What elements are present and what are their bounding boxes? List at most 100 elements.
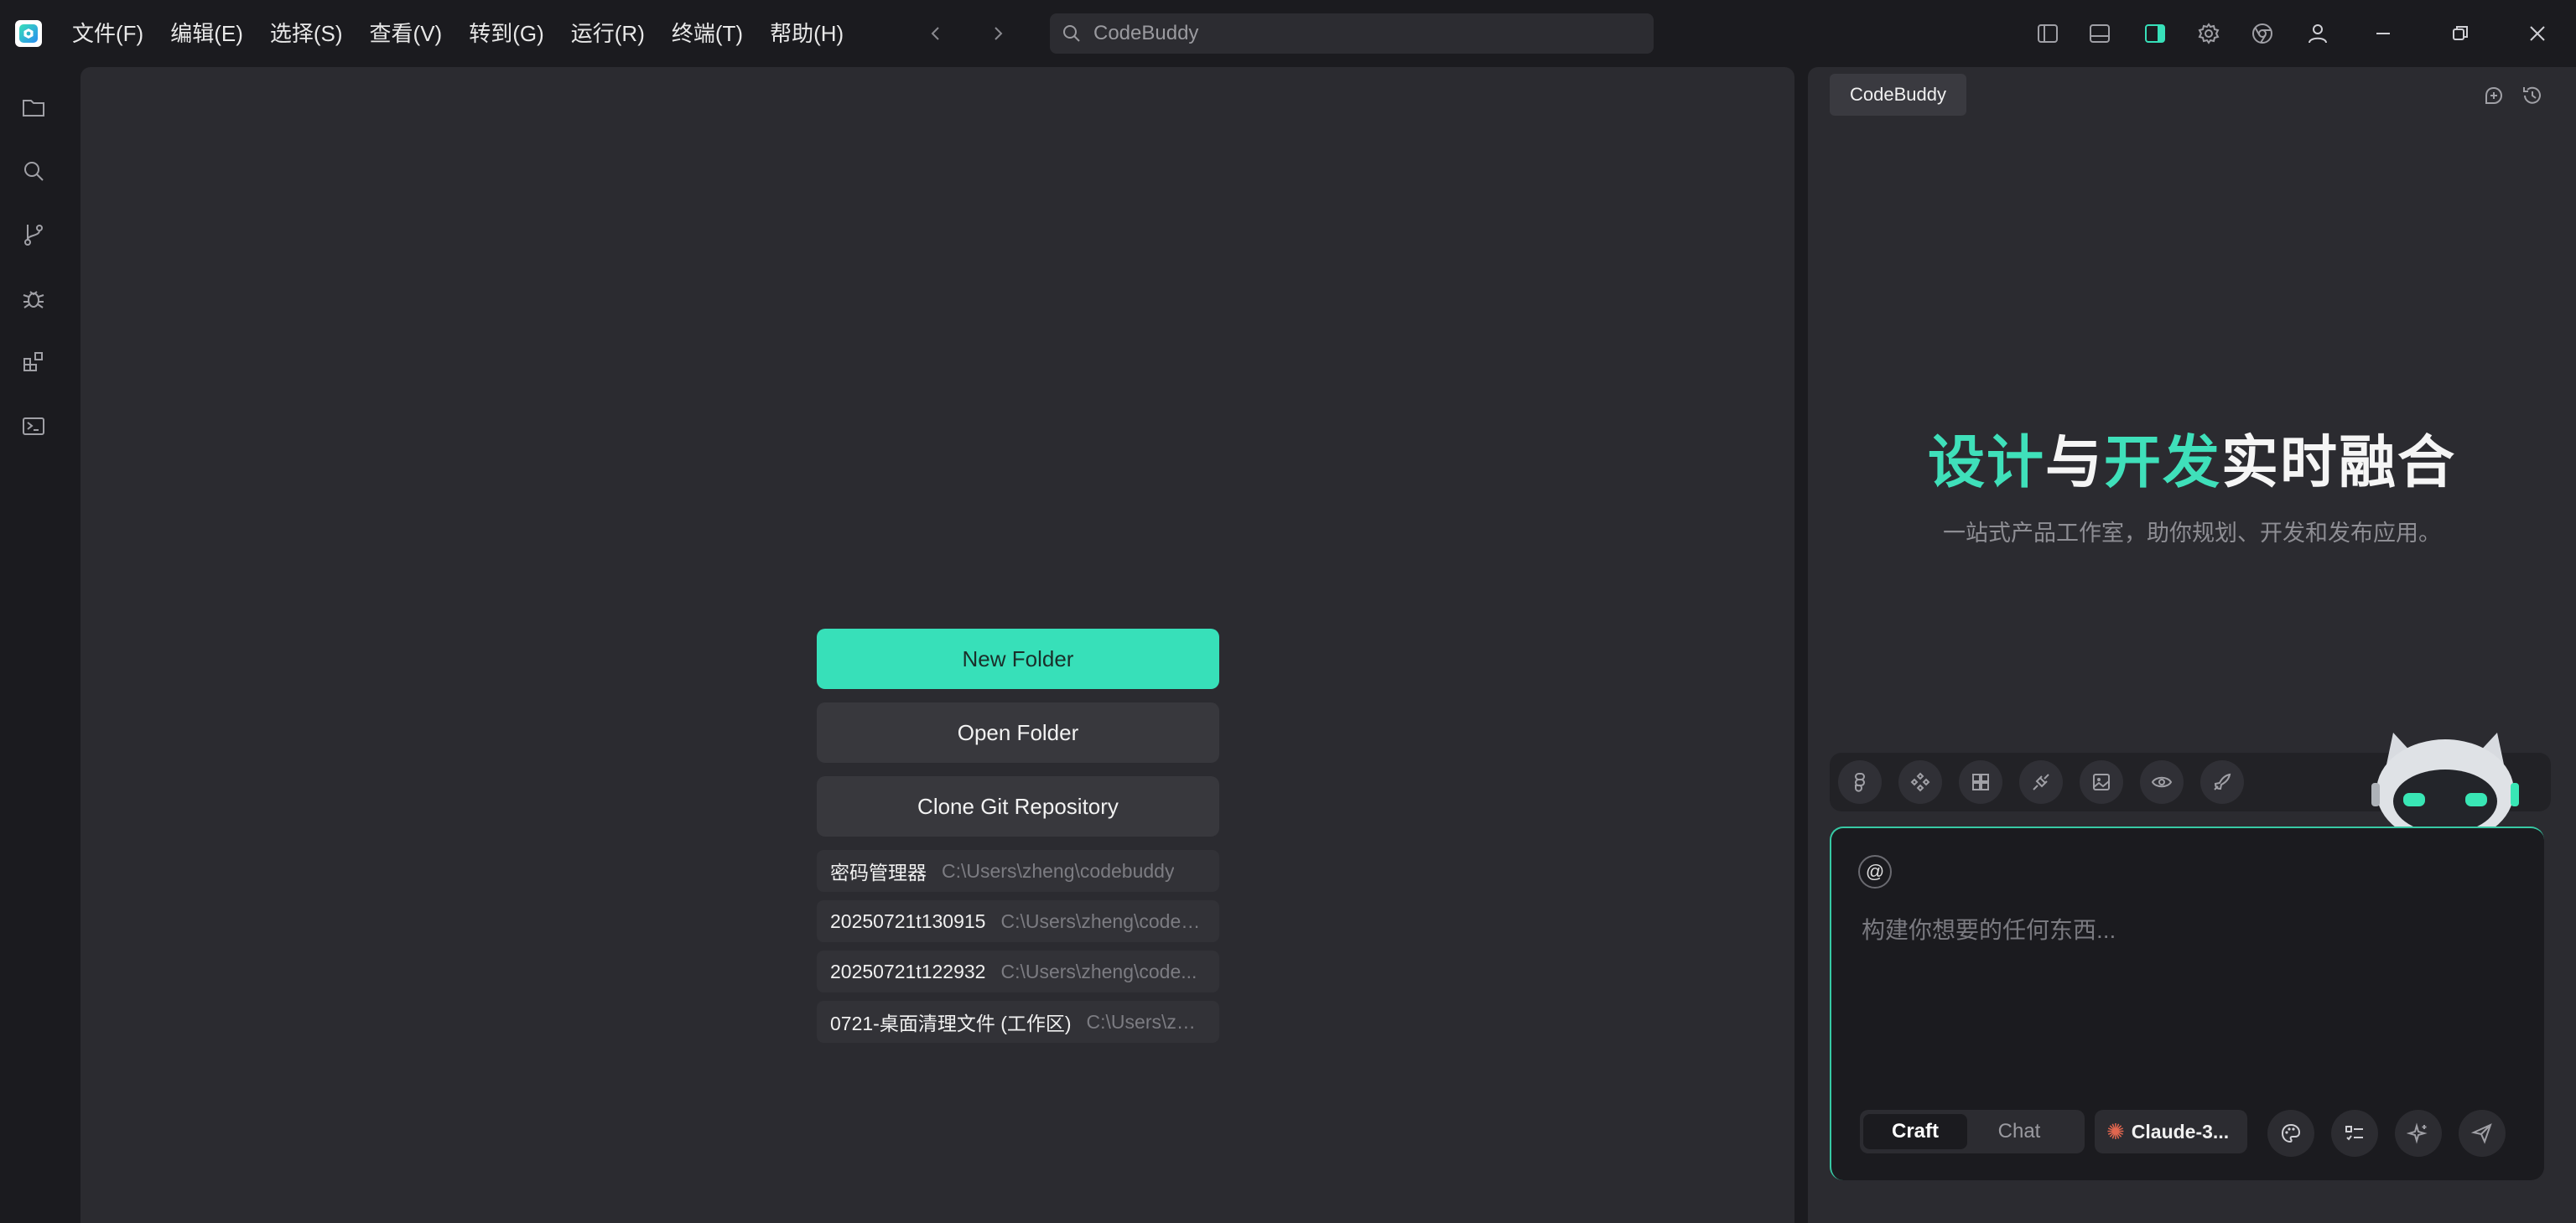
toggle-panel-button[interactable] <box>2083 17 2116 50</box>
terminal-icon <box>23 417 44 435</box>
figma-button[interactable] <box>1838 760 1882 804</box>
recent-project-name: 密码管理器 <box>830 862 927 884</box>
sidebar-right-icon <box>2145 24 2165 43</box>
recent-project-name: 0721-桌面清理文件 (工作区) <box>830 1013 1072 1034</box>
palette-icon <box>2281 1123 2301 1143</box>
preview-button[interactable] <box>2140 760 2184 804</box>
activity-bar <box>0 67 67 1223</box>
image-button[interactable] <box>2080 760 2123 804</box>
account-button[interactable] <box>2301 17 2334 50</box>
plugin-icon <box>2033 774 2049 790</box>
mention-button[interactable]: @ <box>1858 855 1892 889</box>
hero-title-part: 与 <box>2044 431 2104 495</box>
new-folder-button[interactable]: New Folder <box>817 629 1219 689</box>
debug-icon <box>23 291 44 308</box>
explorer-icon <box>23 100 44 117</box>
history-icon <box>2523 86 2541 104</box>
recent-project[interactable]: 20250721t130915 C:\Users\zheng\codeb... <box>817 900 1219 942</box>
menu-file[interactable]: 文件(F) <box>72 18 157 49</box>
mode-craft[interactable]: Craft <box>1863 1114 1967 1149</box>
close-button[interactable] <box>2521 17 2554 50</box>
menu-go[interactable]: 转到(G) <box>469 18 558 49</box>
account-icon <box>2309 24 2327 44</box>
blocks-icon <box>1972 774 1989 790</box>
deploy-button[interactable] <box>2200 760 2244 804</box>
send-button[interactable] <box>2459 1110 2506 1157</box>
search-icon <box>24 162 44 181</box>
recent-project[interactable]: 密码管理器 C:\Users\zheng\codebuddy <box>817 850 1219 892</box>
welcome-actions: New Folder Open Folder Clone Git Reposit… <box>817 629 1219 1051</box>
menu-help[interactable]: 帮助(H) <box>770 18 857 49</box>
menu-selection[interactable]: 选择(S) <box>270 18 356 49</box>
recent-project-path: C:\Users\zheng\codeb... <box>1000 909 1206 932</box>
hero-title: 设计与开发实时融合 <box>1808 416 2576 499</box>
settings-icon <box>2198 23 2220 44</box>
recent-project-name: 20250721t130915 <box>830 909 986 932</box>
prompt-input[interactable]: 构建你想要的任何东西... <box>1862 912 2116 946</box>
activity-terminal[interactable] <box>17 409 50 443</box>
plugin-button[interactable] <box>2019 760 2063 804</box>
image-icon <box>2093 774 2110 790</box>
send-icon <box>2470 1123 2492 1144</box>
toggle-left-sidebar-button[interactable] <box>2031 17 2064 50</box>
chevron-right-icon <box>995 27 1003 40</box>
tab-codebuddy[interactable]: CodeBuddy <box>1830 74 1966 116</box>
app-logo <box>15 20 42 47</box>
recent-projects: 密码管理器 C:\Users\zheng\codebuddy 20250721t… <box>817 850 1219 1043</box>
activity-extensions[interactable] <box>17 345 50 379</box>
source-control-icon <box>24 225 43 246</box>
menu-bar: 文件(F) 编辑(E) 选择(S) 查看(V) 转到(G) 运行(R) 终端(T… <box>72 18 870 49</box>
mode-chat[interactable]: Chat <box>1967 1114 2071 1149</box>
clone-repo-button[interactable]: Clone Git Repository <box>817 776 1219 837</box>
blocks-button[interactable] <box>1959 760 2002 804</box>
model-name: Claude-3... <box>2131 1120 2230 1143</box>
menu-view[interactable]: 查看(V) <box>370 18 456 49</box>
chevron-left-icon <box>931 27 939 40</box>
recent-project-path: C:\Users\zheng\code... <box>1000 960 1197 982</box>
toggle-right-sidebar-button[interactable] <box>2138 17 2172 50</box>
new-chat-button[interactable] <box>2479 80 2509 111</box>
search-label: CodeBuddy <box>1093 22 1199 44</box>
activity-source-control[interactable] <box>17 218 50 251</box>
restore-icon <box>2453 26 2468 40</box>
command-search[interactable]: CodeBuddy <box>1050 13 1654 54</box>
model-select[interactable]: ✺ Claude-3... <box>2095 1110 2247 1153</box>
back-button[interactable] <box>919 17 953 50</box>
browser-button[interactable] <box>2246 17 2279 50</box>
browser-icon <box>2252 23 2272 44</box>
codebuddy-panel: CodeBuddy 设计与开发实时融合 一站式产品工作室，助你规划、开发和发布应… <box>1808 67 2576 1223</box>
deploy-icon <box>2214 773 2231 790</box>
plan-button[interactable] <box>2331 1110 2378 1157</box>
open-folder-button[interactable]: Open Folder <box>817 702 1219 763</box>
activity-search[interactable] <box>17 154 50 188</box>
checklist-icon <box>2345 1126 2363 1141</box>
close-icon <box>2530 26 2545 41</box>
minimize-button[interactable] <box>2366 17 2400 50</box>
activity-debug[interactable] <box>17 282 50 315</box>
minimize-icon <box>2376 33 2390 34</box>
recent-project[interactable]: 0721-桌面清理文件 (工作区) C:\Users\zhe... <box>817 1001 1219 1043</box>
sparkle-icon <box>2407 1122 2428 1144</box>
panel-bottom-icon <box>2090 24 2110 43</box>
menu-edit[interactable]: 编辑(E) <box>170 18 257 49</box>
mascot-robot <box>2361 724 2529 833</box>
hero-subtitle: 一站式产品工作室，助你规划、开发和发布应用。 <box>1943 521 2441 546</box>
preview-icon <box>2151 776 2173 788</box>
menu-terminal[interactable]: 终端(T) <box>672 18 756 49</box>
activity-explorer[interactable] <box>17 91 50 124</box>
settings-button[interactable] <box>2192 17 2225 50</box>
style-button[interactable] <box>2267 1110 2314 1157</box>
forward-button[interactable] <box>981 17 1015 50</box>
recent-project-path: C:\Users\zhe... <box>1086 1010 1206 1033</box>
claude-icon: ✺ <box>2106 1118 2125 1144</box>
sidebar-left-icon <box>2038 24 2058 43</box>
history-button[interactable] <box>2517 80 2547 111</box>
extensions-icon <box>23 352 43 371</box>
menu-run[interactable]: 运行(R) <box>571 18 658 49</box>
components-button[interactable] <box>1898 760 1942 804</box>
recent-project-name: 20250721t122932 <box>830 960 986 982</box>
restore-button[interactable] <box>2444 17 2477 50</box>
prompt-composer: @ 构建你想要的任何东西... Craft Chat ✺ Claude-3... <box>1830 827 2544 1180</box>
enhance-prompt-button[interactable] <box>2395 1110 2442 1157</box>
recent-project[interactable]: 20250721t122932 C:\Users\zheng\code... <box>817 951 1219 992</box>
